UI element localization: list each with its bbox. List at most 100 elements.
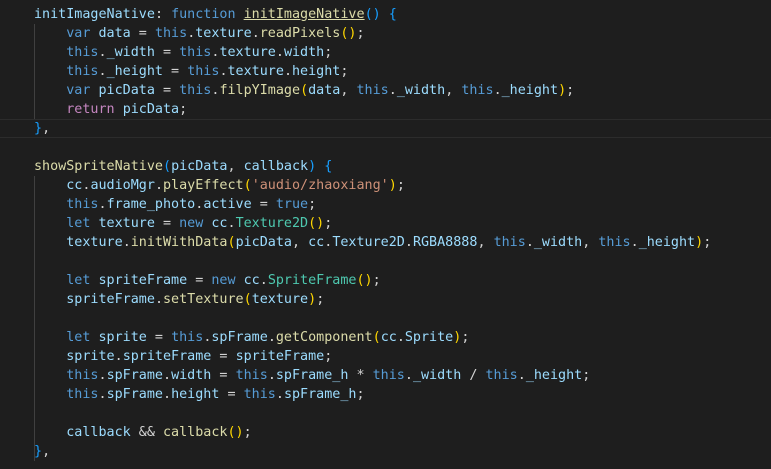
code-token: RGBA8888 [412,235,478,250]
code-token: . [404,235,413,250]
code-token: spFrame_h [283,387,357,402]
code-token: , [292,235,309,250]
code-token: . [98,197,107,212]
code-token: ( [227,235,236,250]
code-token: SpriteFrame [267,273,357,288]
code-token: ; [316,292,325,307]
code-line[interactable]: return picData; [0,100,771,119]
code-line[interactable]: spriteFrame.setTexture(texture); [0,290,771,309]
code-token: initWithData [130,235,228,250]
code-token: () [364,7,381,22]
code-token: ) [388,178,397,193]
code-token: ; [356,387,365,402]
code-token: : [154,7,172,22]
code-token: this [187,64,220,79]
code-token: sprite [66,349,115,364]
code-line[interactable]: this.frame_photo.active = true; [0,195,771,214]
code-token: , [42,444,51,459]
code-token: Sprite [404,330,454,345]
code-token: this [154,26,188,41]
code-token: ; [566,83,575,98]
code-token: () [340,26,357,41]
code-line[interactable]: let sprite = this.spFrame.getComponent(c… [0,328,771,347]
code-line[interactable]: this.spFrame.width = this.spFrame_h * th… [0,366,771,385]
code-line-text: cc.audioMgr.playEffect('audio/zhaoxiang'… [34,176,405,195]
code-token: spFrame [106,368,163,383]
code-token: filpYImage [219,83,301,98]
code-token: ; [308,197,317,212]
code-token: texture [195,26,252,41]
code-token: . [267,330,276,345]
code-token: return [66,102,115,117]
code-line-text: }, [34,442,50,461]
code-line[interactable] [0,309,771,328]
code-line[interactable] [0,138,771,157]
code-line[interactable]: sprite.spriteFrame = spriteFrame; [0,347,771,366]
code-token: . [98,387,107,402]
code-line[interactable]: let texture = new cc.Texture2D(); [0,214,771,233]
code-line[interactable]: var picData = this. filpYImage(data, this… [0,81,771,100]
code-line-text: }, [34,120,50,137]
code-token: . [396,330,405,345]
code-token: = [211,368,236,383]
code-token: picData [235,235,292,250]
code-line[interactable]: var data = this.texture.readPixels(); [0,24,771,43]
code-line[interactable]: texture.initWithData(picData, cc.Texture… [0,233,771,252]
code-token: { [324,159,333,174]
code-token: audioMgr [90,178,155,193]
code-line[interactable]: callback && callback(); [0,423,771,442]
code-token: height [292,64,341,79]
code-token: , [340,83,357,98]
code-token: ; [396,178,405,193]
code-line[interactable] [0,252,771,271]
code-line[interactable]: showSpriteNative(picData, callback) { [0,157,771,176]
code-token: = [163,64,188,79]
code-token: this [461,83,494,98]
code-token: () [356,273,373,288]
code-token: this [66,387,99,402]
code-token: _width [396,83,446,98]
code-token: height [171,387,220,402]
code-line-text: spriteFrame.setTexture(texture); [34,290,324,309]
code-line[interactable]: this._width = this.texture.width; [0,43,771,62]
code-token: this [243,387,276,402]
code-token: . [630,235,639,250]
code-token: . [404,368,413,383]
code-token: . [154,292,163,307]
code-token: . [493,83,502,98]
code-line[interactable]: this._height = this.texture.height; [0,62,771,81]
code-token: = [154,45,180,60]
code-line[interactable]: }, [0,119,771,138]
code-token: this [598,235,631,250]
code-token: texture [66,235,123,250]
code-line[interactable] [0,404,771,423]
code-line[interactable]: initImageNative: function initImageNativ… [0,5,771,24]
code-token: data [98,26,131,41]
code-line-text: let sprite = this.spFrame.getComponent(c… [34,328,469,347]
code-token: texture [251,292,309,307]
code-token: let [66,330,91,345]
code-token: ; [703,235,712,250]
code-line[interactable]: this.spFrame.height = this.spFrame_h; [0,385,771,404]
code-line[interactable]: cc.audioMgr.playEffect('audio/zhaoxiang'… [0,176,771,195]
code-line-text: this.spFrame.height = this.spFrame_h; [34,385,365,404]
code-token: this [66,45,99,60]
code-line[interactable]: }, [0,442,771,461]
code-token: ; [324,349,333,364]
code-line[interactable]: let spriteFrame = new cc.SpriteFrame(); [0,271,771,290]
code-editor[interactable]: initImageNative: function initImageNativ… [0,0,771,469]
code-token: setTexture [163,292,244,307]
code-token: . [122,235,131,250]
code-token: var [66,83,91,98]
